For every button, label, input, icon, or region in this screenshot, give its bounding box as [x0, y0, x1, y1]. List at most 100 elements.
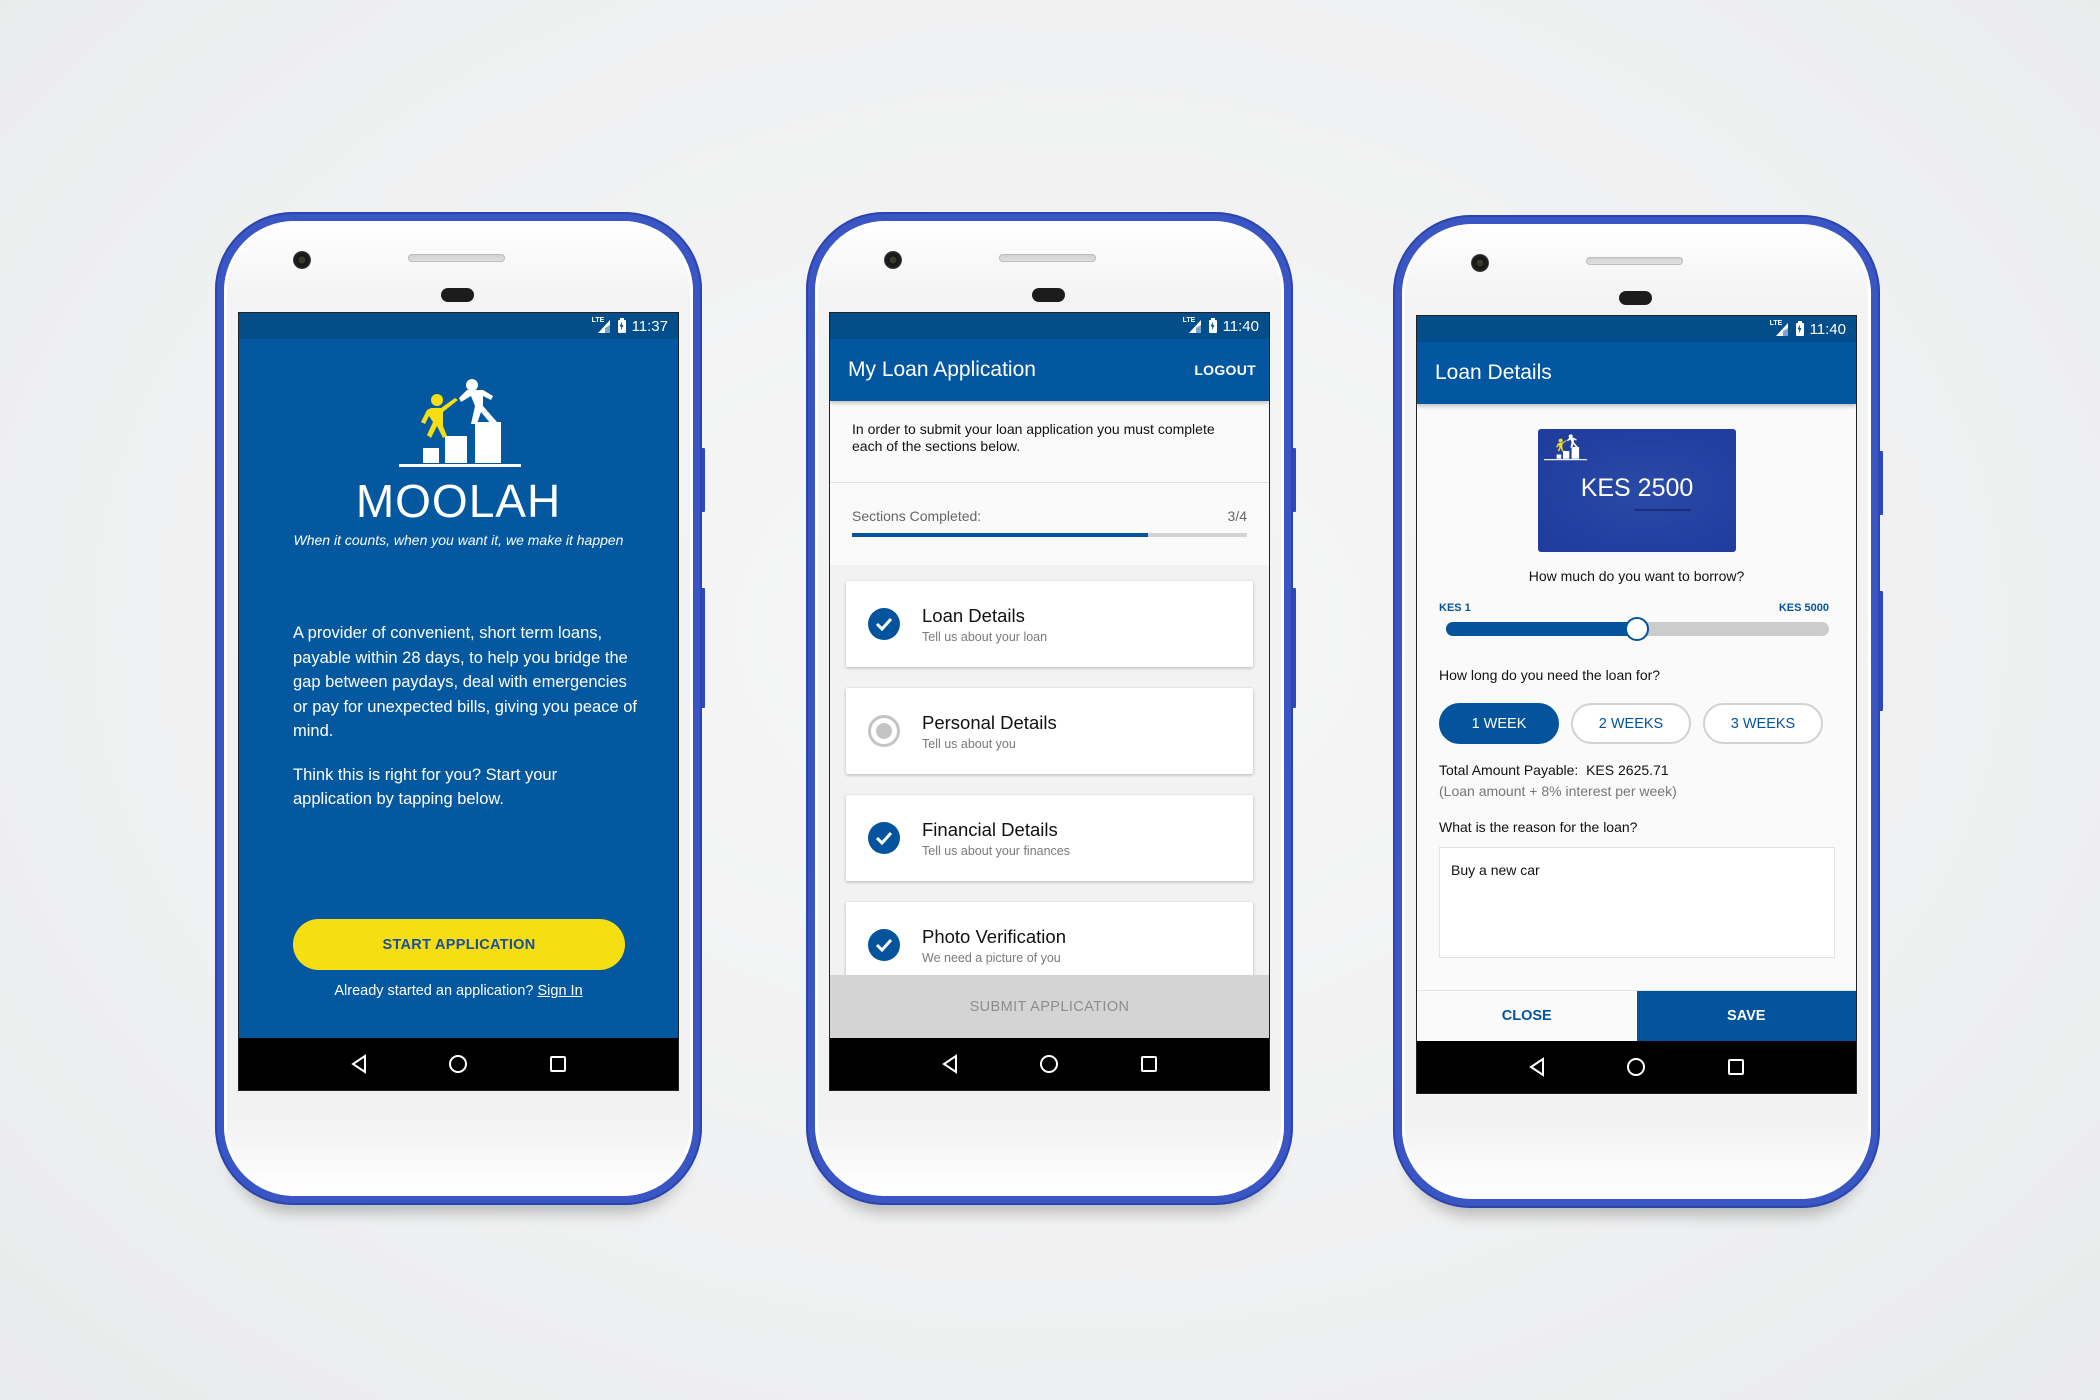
volume-button: [701, 588, 705, 708]
front-camera-icon: [1471, 254, 1489, 272]
section-subtitle: We need a picture of you: [922, 950, 1061, 965]
tagline: When it counts, when you want it, we mak…: [293, 532, 624, 548]
proximity-sensor: [441, 288, 474, 302]
signin-prompt: Already started an application? Sign In: [239, 983, 678, 999]
power-button: [1879, 451, 1883, 515]
reason-question: What is the reason for the loan?: [1439, 819, 1638, 835]
slider-max-label: KES 5000: [1778, 602, 1829, 614]
lte-signal-icon: LTE: [1770, 320, 1790, 336]
sections-progress: Sections Completed: 3/4: [830, 483, 1269, 565]
check-circle-icon: [868, 822, 900, 854]
signin-prompt-text: Already started an application?: [334, 983, 534, 999]
battery-charging-icon: [1208, 317, 1217, 333]
earpiece-speaker: [408, 254, 505, 262]
section-subtitle: Tell us about your finances: [922, 843, 1071, 858]
submit-application-button[interactable]: SUBMIT APPLICATION: [830, 975, 1269, 1038]
cta-paragraph: Think this is right for you? Start your …: [293, 765, 558, 809]
phone-body: LTE 11:40 My Loan Application LOGOUT In …: [815, 221, 1284, 1196]
recents-icon[interactable]: [1138, 1053, 1160, 1075]
home-icon[interactable]: [1625, 1056, 1647, 1078]
page-title: My Loan Application: [848, 358, 1036, 381]
volume-button: [1292, 588, 1296, 708]
moolah-logo: MOOLAH When it counts, when you want it,…: [239, 378, 678, 548]
total-value: KES 2625.71: [1586, 762, 1669, 778]
description-paragraph: A provider of convenient, short term loa…: [293, 624, 637, 740]
close-button[interactable]: CLOSE: [1417, 991, 1637, 1041]
loan-amount-slider[interactable]: [1446, 617, 1829, 641]
loan-amount-value: KES 2500: [1580, 474, 1694, 502]
earpiece-speaker: [1586, 257, 1683, 265]
power-button: [701, 448, 705, 512]
home-icon[interactable]: [447, 1053, 469, 1075]
intro-text: In order to submit your loan application…: [830, 401, 1269, 483]
sign-in-link[interactable]: Sign In: [537, 983, 582, 999]
page-title: Loan Details: [1435, 361, 1552, 384]
progress-label: Sections Completed:: [852, 508, 982, 524]
borrow-question: How much do you want to borrow?: [1528, 568, 1745, 584]
recents-icon[interactable]: [1725, 1056, 1747, 1078]
progress-bar-fill: [852, 533, 1149, 537]
section-subtitle: Tell us about your loan: [922, 629, 1048, 644]
section-financial-details[interactable]: Financial Details Tell us about your fin…: [846, 795, 1253, 881]
section-title: Personal Details: [922, 711, 1057, 733]
loan-details-screen: LTE 11:40 Loan Details KES 2500 How much…: [1416, 315, 1857, 1094]
recents-icon[interactable]: [547, 1053, 569, 1075]
save-button[interactable]: SAVE: [1636, 991, 1856, 1041]
logout-button[interactable]: LOGOUT: [1194, 362, 1256, 378]
proximity-sensor: [1032, 288, 1065, 302]
section-personal-details[interactable]: Personal Details Tell us about you: [846, 688, 1253, 774]
amount-underline: [1634, 509, 1691, 511]
slider-min-label: KES 1: [1439, 602, 1471, 614]
back-icon[interactable]: [348, 1053, 370, 1075]
section-loan-details[interactable]: Loan Details Tell us about your loan: [846, 581, 1253, 667]
front-camera-icon: [884, 251, 902, 269]
duration-question: How long do you need the loan for?: [1439, 667, 1661, 683]
battery-charging-icon: [1795, 320, 1804, 336]
loan-amount-card: KES 2500: [1538, 429, 1736, 552]
dialog-actions: CLOSE SAVE: [1417, 990, 1856, 1041]
earpiece-speaker: [999, 254, 1096, 262]
phone-loan-details: LTE 11:40 Loan Details KES 2500 How much…: [1393, 215, 1883, 1208]
status-time: 11:40: [1809, 320, 1846, 338]
interest-note: (Loan amount + 8% interest per week): [1439, 783, 1677, 799]
progress-count: 3/4: [1227, 508, 1247, 524]
duration-3-weeks[interactable]: 3 WEEKS: [1703, 703, 1823, 744]
section-title: Loan Details: [922, 604, 1025, 626]
android-nav-bar: [1417, 1041, 1856, 1093]
back-icon[interactable]: [939, 1053, 961, 1075]
status-bar: LTE 11:37: [239, 313, 678, 339]
status-bar: LTE 11:40: [1417, 316, 1856, 342]
helping-hand-steps-icon: [1544, 434, 1588, 461]
phone-body: LTE 11:37 MOOLAH When it counts, when yo…: [224, 221, 693, 1196]
front-camera-icon: [293, 251, 311, 269]
status-bar: LTE 11:40: [830, 313, 1269, 339]
start-application-button[interactable]: START APPLICATION: [293, 919, 625, 970]
status-time: 11:37: [631, 317, 668, 335]
check-circle-icon: [868, 929, 900, 961]
home-icon[interactable]: [1038, 1053, 1060, 1075]
phone-body: LTE 11:40 Loan Details KES 2500 How much…: [1402, 224, 1871, 1199]
power-button: [1292, 448, 1296, 512]
slider-thumb[interactable]: [1625, 617, 1650, 641]
phone-welcome: LTE 11:37 MOOLAH When it counts, when yo…: [215, 212, 705, 1205]
total-payable: Total Amount Payable: KES 2625.71: [1439, 762, 1669, 778]
section-title: Financial Details: [922, 818, 1058, 840]
reason-input[interactable]: Buy a new car: [1439, 847, 1835, 958]
slider-fill: [1446, 622, 1638, 636]
welcome-screen: LTE 11:37 MOOLAH When it counts, when yo…: [238, 312, 679, 1091]
app-bar: My Loan Application LOGOUT: [830, 339, 1269, 401]
duration-2-weeks[interactable]: 2 WEEKS: [1571, 703, 1691, 744]
duration-options: 1 WEEK 2 WEEKS 3 WEEKS: [1439, 703, 1823, 744]
phone-loan-application: LTE 11:40 My Loan Application LOGOUT In …: [806, 212, 1296, 1205]
brand-name: MOOLAH: [355, 475, 562, 527]
lte-signal-icon: LTE: [592, 317, 612, 333]
progress-bar: [852, 533, 1247, 537]
total-label: Total Amount Payable:: [1439, 762, 1579, 778]
duration-1-week[interactable]: 1 WEEK: [1439, 703, 1559, 744]
section-subtitle: Tell us about you: [922, 736, 1016, 751]
back-icon[interactable]: [1526, 1056, 1548, 1078]
status-time: 11:40: [1222, 317, 1259, 335]
section-title: Photo Verification: [922, 925, 1066, 947]
app-bar: Loan Details: [1417, 342, 1856, 404]
volume-button: [1879, 591, 1883, 711]
